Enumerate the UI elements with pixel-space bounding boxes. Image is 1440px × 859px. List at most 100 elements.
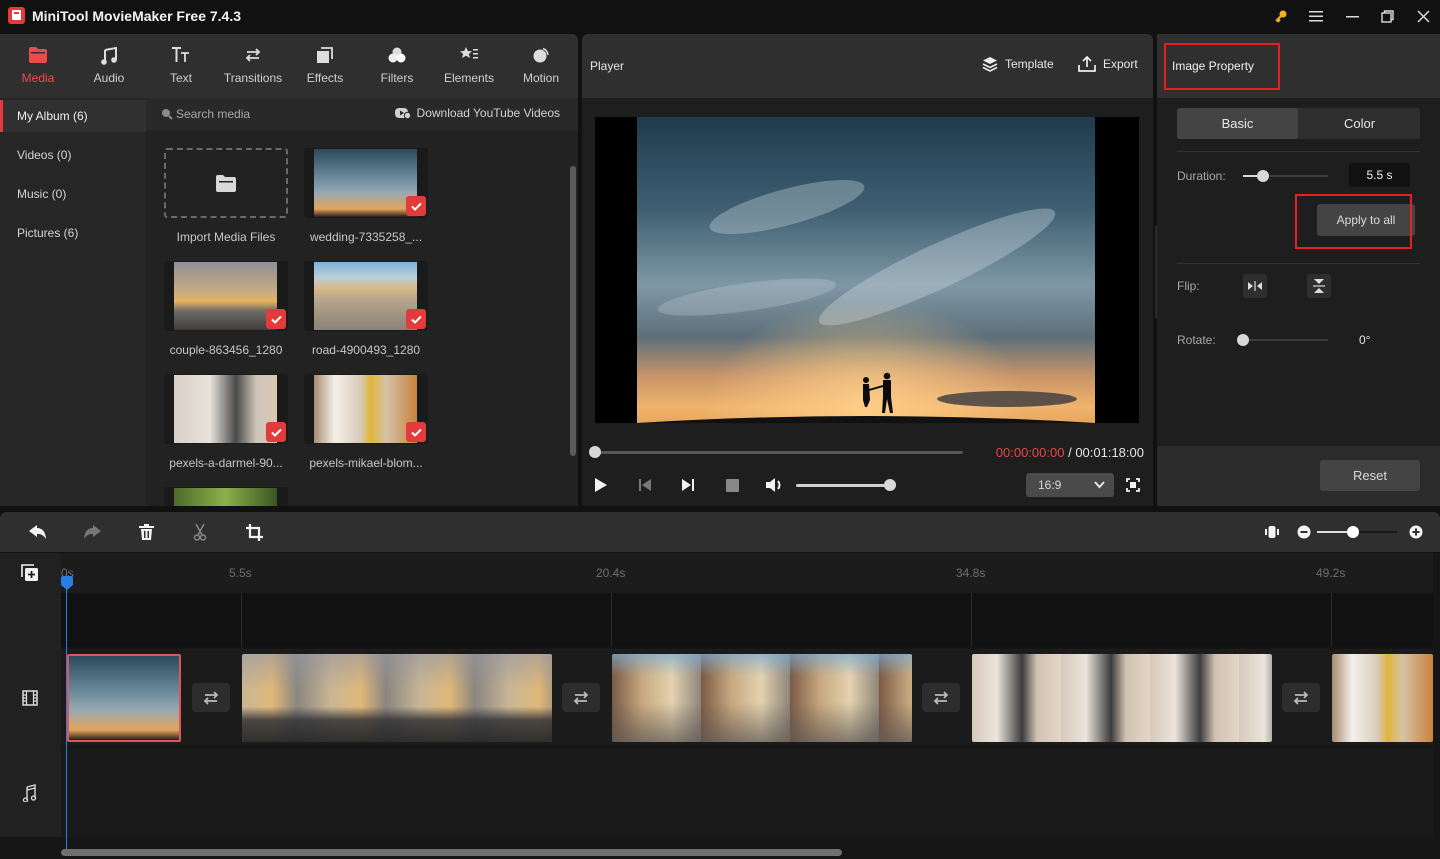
media-item[interactable] bbox=[164, 487, 288, 506]
media-thumbnail bbox=[164, 261, 288, 331]
template-button[interactable]: Template bbox=[982, 56, 1054, 72]
duration-slider[interactable] bbox=[1243, 170, 1328, 182]
chevron-down-icon bbox=[1094, 481, 1105, 489]
tab-transitions[interactable]: Transitions bbox=[217, 34, 289, 98]
timeline-clip[interactable] bbox=[242, 654, 552, 742]
playhead[interactable] bbox=[66, 573, 67, 849]
transition-button[interactable] bbox=[562, 683, 600, 712]
seek-bar[interactable] bbox=[589, 446, 963, 458]
playhead-handle[interactable] bbox=[61, 576, 73, 590]
transition-icon bbox=[573, 690, 589, 705]
previous-frame-button[interactable] bbox=[634, 475, 656, 495]
timeline-clip[interactable] bbox=[612, 654, 912, 742]
timeline-zoom-slider[interactable] bbox=[1317, 526, 1397, 538]
volume-handle[interactable] bbox=[884, 479, 896, 491]
transitions-icon bbox=[217, 47, 289, 65]
seek-handle[interactable] bbox=[589, 446, 601, 458]
split-button[interactable] bbox=[190, 522, 210, 542]
flip-horizontal-button[interactable] bbox=[1243, 274, 1267, 298]
app-title: MiniTool MovieMaker Free 7.4.3 bbox=[32, 8, 242, 24]
time-ruler[interactable]: 0s 5.5s 20.4s 34.8s 49.2s bbox=[61, 553, 1433, 593]
search-input[interactable] bbox=[176, 105, 356, 123]
tab-basic[interactable]: Basic bbox=[1177, 108, 1298, 139]
volume-button[interactable] bbox=[764, 475, 786, 495]
grid-line bbox=[241, 593, 242, 647]
next-frame-button[interactable] bbox=[677, 475, 699, 495]
aspect-ratio-value: 16:9 bbox=[1038, 478, 1062, 492]
add-track-icon[interactable] bbox=[21, 564, 39, 582]
menu-icon[interactable] bbox=[1305, 6, 1327, 26]
property-tabs: Basic Color bbox=[1177, 108, 1420, 139]
download-youtube-link[interactable]: Download YouTube Videos bbox=[394, 106, 560, 120]
redo-button[interactable] bbox=[82, 522, 102, 542]
undo-button[interactable] bbox=[28, 522, 48, 542]
tab-filters[interactable]: Filters bbox=[361, 34, 433, 98]
effects-icon bbox=[289, 47, 361, 65]
youtube-download-icon bbox=[394, 107, 411, 119]
reset-button[interactable]: Reset bbox=[1320, 460, 1420, 491]
key-icon[interactable] bbox=[1270, 6, 1292, 26]
media-scrollbar[interactable] bbox=[570, 166, 576, 456]
rotate-handle[interactable] bbox=[1237, 334, 1249, 346]
tab-text[interactable]: Text bbox=[145, 34, 217, 98]
category-pictures[interactable]: Pictures (6) bbox=[0, 217, 146, 249]
category-videos[interactable]: Videos (0) bbox=[0, 139, 146, 171]
transition-button[interactable] bbox=[192, 683, 230, 712]
crop-button[interactable] bbox=[244, 522, 264, 542]
volume-icon bbox=[766, 478, 781, 492]
fit-timeline-button[interactable] bbox=[1262, 522, 1282, 542]
timeline-zoom-handle[interactable] bbox=[1347, 526, 1359, 538]
aspect-ratio-select[interactable]: 16:9 bbox=[1026, 473, 1114, 497]
flip-vertical-icon bbox=[1313, 279, 1325, 293]
duration-label: Duration: bbox=[1177, 169, 1226, 183]
timeline-clip[interactable] bbox=[972, 654, 1272, 742]
timeline-clip[interactable] bbox=[67, 654, 181, 742]
zoom-in-button[interactable] bbox=[1406, 522, 1426, 542]
transition-button[interactable] bbox=[1282, 683, 1320, 712]
play-icon bbox=[595, 478, 607, 492]
flip-horizontal-icon bbox=[1248, 281, 1262, 291]
folder-icon bbox=[2, 47, 74, 65]
play-button[interactable] bbox=[590, 475, 612, 495]
tab-color[interactable]: Color bbox=[1299, 108, 1420, 139]
zoom-in-icon bbox=[1409, 525, 1423, 539]
fullscreen-button[interactable] bbox=[1122, 475, 1144, 495]
export-button[interactable]: Export bbox=[1078, 56, 1138, 72]
timeline-toolbar bbox=[0, 512, 1440, 552]
duration-input[interactable]: 5.5 s bbox=[1349, 163, 1410, 187]
tab-effects[interactable]: Effects bbox=[289, 34, 361, 98]
timeline: 0s 5.5s 20.4s 34.8s 49.2s bbox=[0, 553, 1440, 859]
filters-icon bbox=[361, 47, 433, 65]
minimize-icon[interactable] bbox=[1341, 6, 1363, 26]
tab-audio[interactable]: Audio bbox=[73, 34, 145, 98]
skip-back-icon bbox=[639, 479, 651, 491]
flip-vertical-button[interactable] bbox=[1307, 274, 1331, 298]
transition-button[interactable] bbox=[922, 683, 960, 712]
video-preview[interactable] bbox=[595, 117, 1139, 423]
checkmark-icon bbox=[266, 422, 286, 442]
restore-icon[interactable] bbox=[1376, 6, 1398, 26]
close-icon[interactable] bbox=[1412, 6, 1434, 26]
checkmark-icon bbox=[406, 309, 426, 329]
timeline-clip[interactable] bbox=[1332, 654, 1433, 742]
stop-button[interactable] bbox=[721, 475, 743, 495]
tab-elements[interactable]: Elements bbox=[433, 34, 505, 98]
volume-slider[interactable] bbox=[796, 479, 896, 491]
transition-icon bbox=[203, 690, 219, 705]
tab-motion[interactable]: Motion bbox=[505, 34, 577, 98]
divider bbox=[1177, 151, 1420, 152]
media-thumbnail bbox=[164, 487, 288, 506]
duration-handle[interactable] bbox=[1256, 170, 1269, 182]
media-item-name: road-4900493_1280 bbox=[311, 343, 421, 357]
timeline-scrollbar[interactable] bbox=[61, 849, 842, 856]
zoom-out-button[interactable] bbox=[1294, 522, 1314, 542]
category-music[interactable]: Music (0) bbox=[0, 178, 146, 210]
undo-icon bbox=[29, 525, 46, 539]
delete-button[interactable] bbox=[136, 522, 156, 542]
media-item-name: wedding-7335258_... bbox=[309, 230, 423, 244]
media-item-name: pexels-a-darmel-90... bbox=[169, 456, 283, 470]
category-my-album[interactable]: My Album (6) bbox=[0, 100, 146, 132]
media-thumbnail bbox=[164, 374, 288, 444]
tab-media[interactable]: Media bbox=[2, 34, 74, 98]
rotate-slider[interactable] bbox=[1237, 334, 1328, 346]
